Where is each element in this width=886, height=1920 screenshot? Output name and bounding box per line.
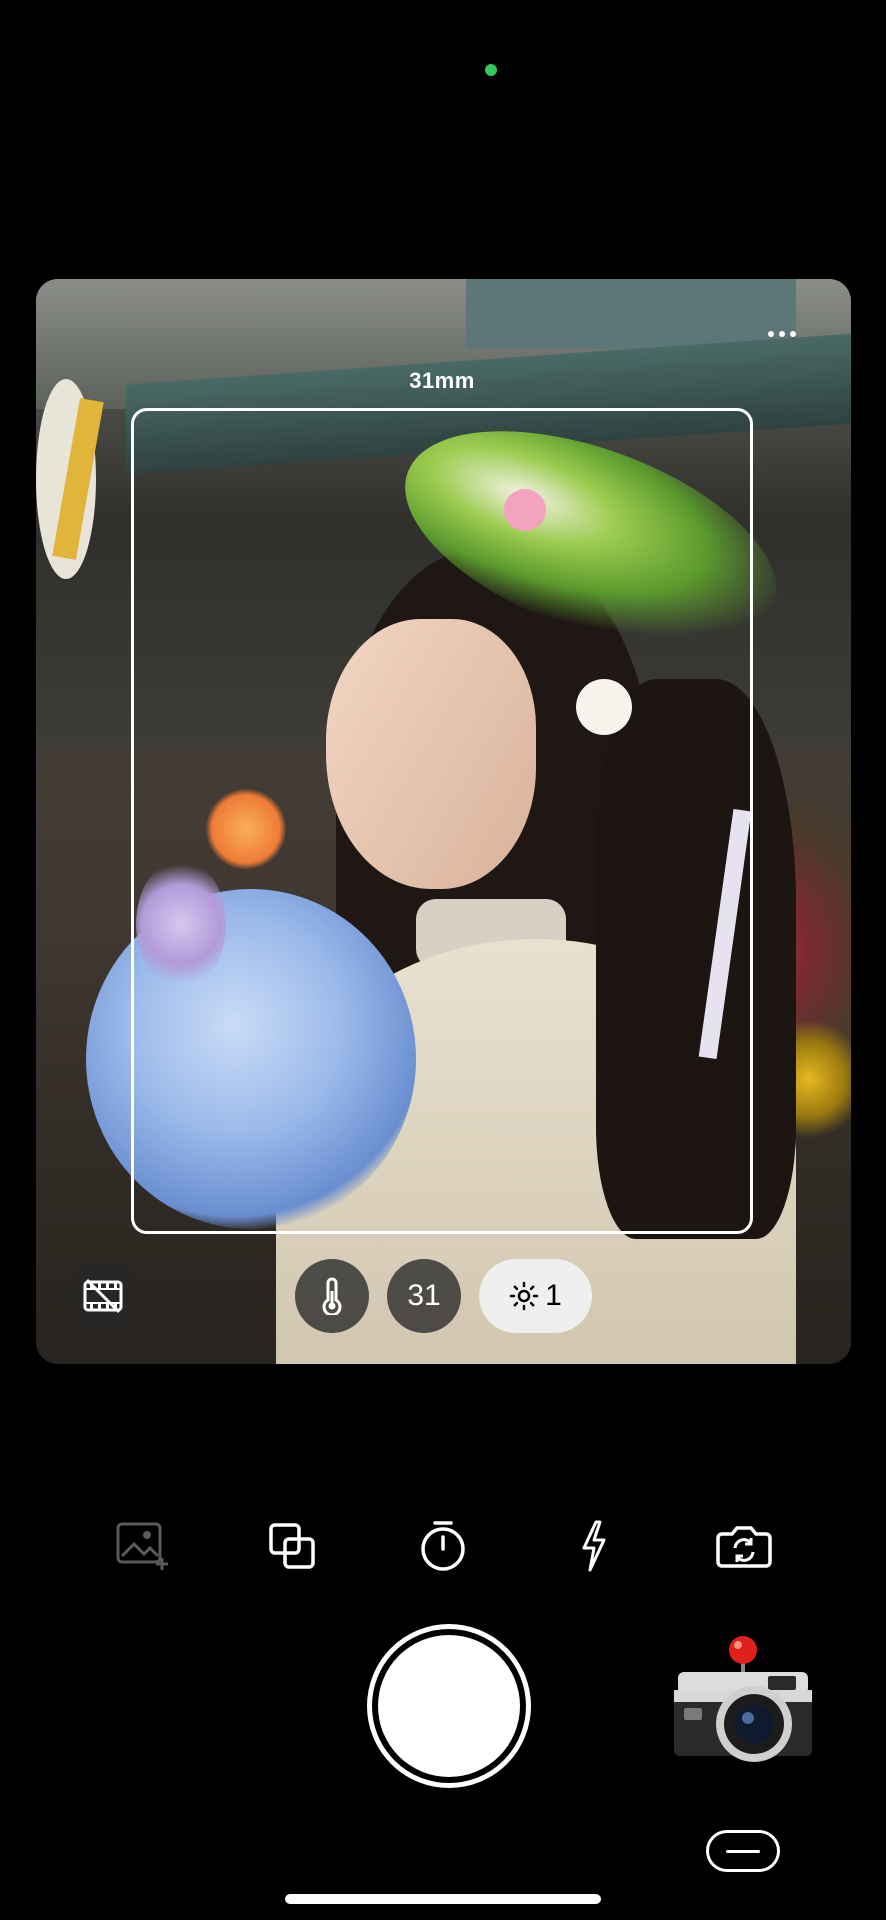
home-indicator[interactable]: [285, 1894, 601, 1904]
white-balance-button[interactable]: [295, 1259, 369, 1333]
gallery-add-button[interactable]: [114, 1518, 170, 1574]
timer-icon: [421, 1521, 465, 1571]
camera-model-icon: [674, 1636, 812, 1762]
exposure-value: 1: [545, 1279, 562, 1312]
switch-camera-icon: [716, 1526, 772, 1568]
flash-icon: [582, 1520, 606, 1572]
camera-model-button[interactable]: [668, 1632, 818, 1768]
sun-icon: [509, 1281, 539, 1311]
thermometer-icon: [322, 1277, 342, 1315]
double-exposure-icon: [269, 1523, 315, 1569]
shutter-button[interactable]: [367, 1624, 531, 1788]
gallery-add-icon: [116, 1522, 168, 1570]
double-exposure-button[interactable]: [264, 1518, 320, 1574]
exposure-button[interactable]: 1: [479, 1259, 592, 1333]
timer-button[interactable]: [415, 1518, 471, 1574]
window-background: [466, 279, 796, 349]
shutter-inner: [378, 1635, 520, 1777]
focal-length-button[interactable]: 31: [387, 1259, 461, 1333]
collapse-button[interactable]: [706, 1830, 780, 1872]
film-off-icon: [83, 1278, 123, 1314]
focal-length-label: 31mm: [409, 368, 475, 393]
more-options-icon[interactable]: [762, 322, 802, 346]
camera-active-indicator: [485, 64, 497, 76]
framing-guide: [131, 408, 753, 1234]
flash-button[interactable]: [565, 1518, 621, 1574]
minus-icon: [726, 1849, 760, 1853]
film-toggle-button[interactable]: [66, 1259, 140, 1333]
switch-camera-button[interactable]: [716, 1518, 772, 1574]
